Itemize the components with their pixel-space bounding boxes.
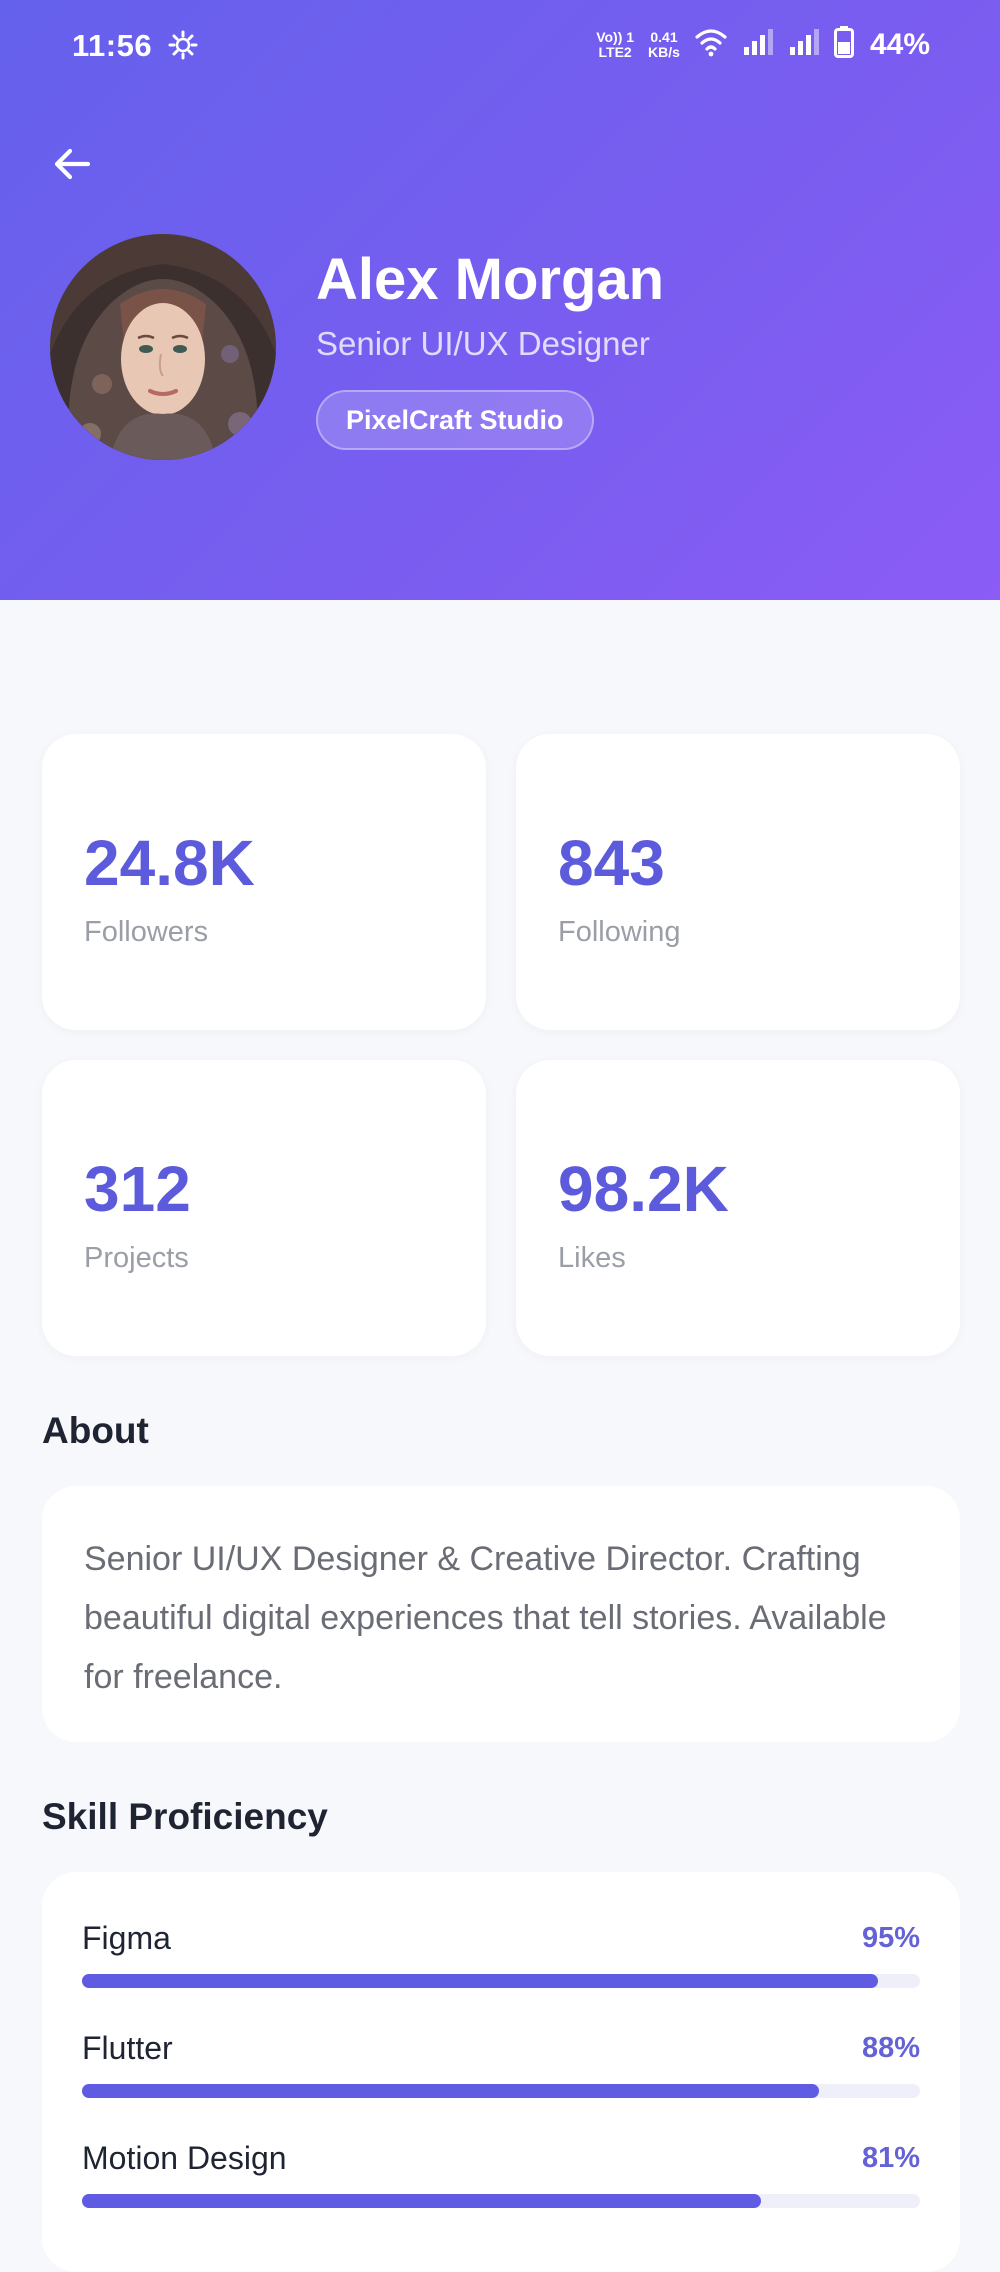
avatar [50,234,276,460]
company-label: PixelCraft Studio [346,404,564,435]
stat-card-followers[interactable]: 24.8K Followers [42,734,486,1030]
skill-row-motion-design: Motion Design 81% [82,2140,920,2240]
status-bar: 11:56 Vo)) 1 LTE2 0.41 KB/s 44% [0,0,1000,92]
back-button[interactable] [44,136,100,192]
skill-percent: 88% [861,2032,920,2064]
stat-value: 24.8K [84,827,255,899]
skill-progress-track [82,1974,920,1988]
speed-unit: KB/s [648,43,680,60]
skill-progress-fill [82,2194,761,2208]
stat-card-likes[interactable]: 98.2K Likes [516,1060,960,1356]
network-indicator: Vo)) 1 LTE2 [596,28,635,60]
skill-progress-track [82,2084,920,2098]
network-bottom-label: LTE2 [598,43,632,60]
network-speed: 0.41 KB/s [648,28,680,60]
stat-value: 98.2K [558,1153,729,1225]
wifi-icon [694,27,728,62]
skill-name: Flutter [82,2030,173,2066]
speed-value: 0.41 [650,28,678,45]
company-badge[interactable]: PixelCraft Studio [316,390,594,450]
battery-icon [833,26,854,63]
skill-row-figma: Figma 95% [82,1920,920,2020]
skill-percent: 81% [861,2142,920,2174]
settings-icon [168,30,198,65]
skill-row-flutter: Flutter 88% [82,2030,920,2130]
stat-label: Following [558,916,681,948]
profile-name: Alex Morgan [316,247,665,312]
skill-progress-fill [82,2084,820,2098]
stat-value: 312 [84,1153,191,1225]
stat-card-following[interactable]: 843 Following [516,734,960,1030]
battery-percent: 44% [869,27,930,61]
skill-progress-track [82,2194,920,2208]
about-title: About [42,1410,149,1451]
skills-title: Skill Proficiency [42,1796,328,1837]
stat-label: Projects [84,1242,189,1274]
skills-card: Figma 95% Flutter 88% Motion Design 81% [42,1872,960,2272]
skill-name: Figma [82,1920,171,1956]
arrow-back-icon [54,148,91,180]
skill-percent: 95% [861,1922,920,1954]
about-card: Senior UI/UX Designer & Creative Directo… [42,1486,960,1742]
stat-label: Likes [558,1242,626,1274]
status-icons: Vo)) 1 LTE2 0.41 KB/s 44% [596,26,930,63]
skill-progress-fill [82,1974,879,1988]
stat-label: Followers [84,916,209,948]
signal-icon [788,27,820,62]
skill-name: Motion Design [82,2140,287,2176]
status-time: 11:56 [72,28,153,63]
profile-header: 11:56 Vo)) 1 LTE2 0.41 KB/s 44% Alex Mor… [0,0,1000,600]
stat-card-projects[interactable]: 312 Projects [42,1060,486,1356]
network-top-label: Vo)) 1 [596,28,635,45]
about-text: Senior UI/UX Designer & Creative Directo… [84,1540,887,1696]
profile-role: Senior UI/UX Designer [316,325,650,362]
signal-icon [742,27,774,62]
stat-value: 843 [558,827,665,899]
